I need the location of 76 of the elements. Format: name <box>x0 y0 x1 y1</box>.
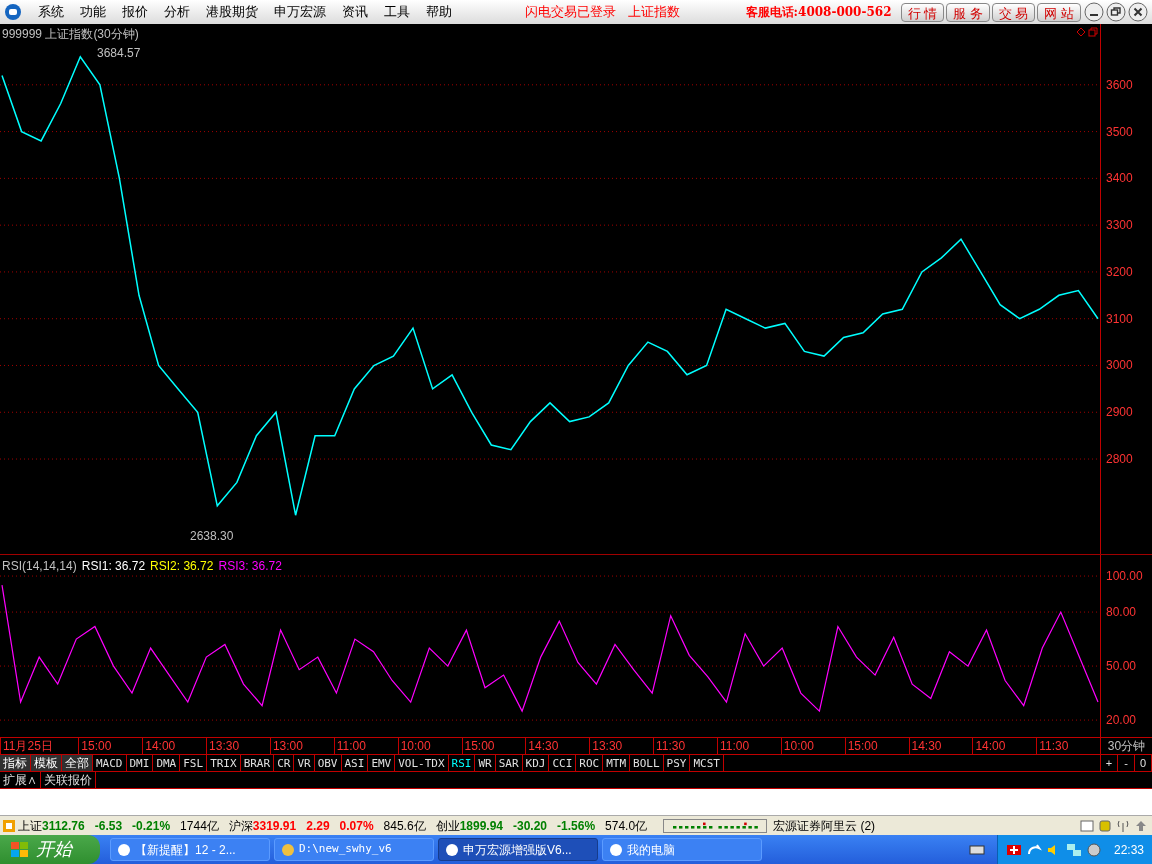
taskbar-button[interactable]: 申万宏源增强版V6... <box>438 838 598 861</box>
app-icon <box>281 842 295 857</box>
low-price-label: 2638.30 <box>190 528 234 545</box>
price-axis-label: 3000 <box>1106 358 1133 373</box>
panel-button[interactable]: 模板 <box>31 755 62 771</box>
app-icon <box>445 842 459 857</box>
price-axis-label: 3400 <box>1106 171 1133 186</box>
minimize-icon[interactable] <box>1084 2 1104 22</box>
panel-button[interactable]: 指标 <box>0 755 31 771</box>
index-percent: -1.56% <box>557 817 596 835</box>
indicator-label: RSI(14,14,14) <box>2 558 77 575</box>
menu-item[interactable]: 帮助 <box>418 2 460 22</box>
indicator-reading: RSI3: 36.72 <box>218 558 282 575</box>
note-icon[interactable] <box>1080 818 1094 833</box>
price-axis-label: 3100 <box>1106 311 1133 326</box>
network-icon[interactable] <box>1065 841 1082 858</box>
indicator-reading: RSI1: 36.72 <box>81 558 146 575</box>
app-logo-icon <box>4 3 22 21</box>
panel-button[interactable]: 全部 <box>62 755 93 771</box>
status-text: 闪电交易已登录 <box>523 3 617 22</box>
signal-icon[interactable] <box>1116 818 1130 833</box>
high-price-label: 3684.57 <box>97 45 141 62</box>
restore-icon[interactable] <box>1106 2 1126 22</box>
price-axis-label: 3500 <box>1106 124 1133 139</box>
status-text: 上证指数 <box>626 3 681 22</box>
nav-button[interactable]: 网 站 <box>1037 2 1081 22</box>
chart-title: 999999 上证指数(30分钟) <box>2 26 139 43</box>
price-axis-label: 3300 <box>1106 218 1133 233</box>
app-icon <box>609 842 623 857</box>
rsi-axis-label: 20.00 <box>1106 713 1137 728</box>
price-axis-label: 2800 <box>1106 452 1133 467</box>
price-axis-label: 3200 <box>1106 264 1133 279</box>
app-icon <box>117 842 131 857</box>
indicator-reading: RSI2: 36.72 <box>150 558 214 575</box>
up-icon[interactable] <box>1134 818 1148 833</box>
menu-item[interactable]: 报价 <box>114 2 156 22</box>
window-icon[interactable] <box>1088 27 1098 37</box>
index-volume: 1744亿 <box>180 817 219 835</box>
nav-button[interactable]: 服 务 <box>946 2 990 22</box>
menu-item[interactable]: 分析 <box>156 2 198 22</box>
status-icon <box>2 818 16 833</box>
menu-item[interactable]: 工具 <box>376 2 418 22</box>
taskbar-button[interactable]: D:\new_swhy_v6 <box>274 838 434 861</box>
index-name: 创业1899.94 <box>435 817 503 835</box>
market-breadth-icon <box>663 818 768 833</box>
rsi-axis-label: 100.00 <box>1106 569 1143 584</box>
windows-logo-icon <box>10 840 30 859</box>
diamond-icon[interactable] <box>1076 27 1086 37</box>
index-percent: -0.21% <box>132 817 171 835</box>
nav-button[interactable]: 交 易 <box>991 2 1036 22</box>
menu-item[interactable]: 申万宏源 <box>266 2 334 22</box>
index-volume: 845.6亿 <box>383 817 426 835</box>
price-axis-label: 2900 <box>1106 405 1133 420</box>
server-name: 宏源证券阿里云 (2) <box>773 817 876 835</box>
index-change: 2.29 <box>306 817 330 835</box>
rsi-axis-label: 80.00 <box>1106 605 1137 620</box>
taskbar-button[interactable]: 我的电脑 <box>602 838 762 861</box>
taskbar-button[interactable]: 【新提醒】12 - 2... <box>110 838 270 861</box>
close-icon[interactable] <box>1128 2 1148 22</box>
rsi-axis-label: 50.00 <box>1106 659 1137 674</box>
price-axis-label: 3600 <box>1106 77 1133 92</box>
menu-item[interactable]: 港股期货 <box>198 2 266 22</box>
menu-item[interactable]: 功能 <box>72 2 114 22</box>
menu-item[interactable]: 系统 <box>30 2 72 22</box>
index-change: -6.53 <box>94 817 123 835</box>
index-change: -30.20 <box>513 817 548 835</box>
menu-item[interactable]: 资讯 <box>334 2 376 22</box>
clock-time: 22:33 <box>1113 841 1144 859</box>
index-volume: 574.0亿 <box>605 817 648 835</box>
keyboard-icon[interactable] <box>968 843 985 856</box>
start-button[interactable]: 开始 <box>0 835 100 864</box>
index-name: 沪深3319.91 <box>228 817 297 835</box>
index-percent: 0.07% <box>339 817 374 835</box>
hotline-text: 客服电话:4008-000-562 <box>745 4 892 21</box>
nav-button[interactable]: 行 情 <box>900 2 945 22</box>
index-name: 上证3112.76 <box>18 817 85 835</box>
